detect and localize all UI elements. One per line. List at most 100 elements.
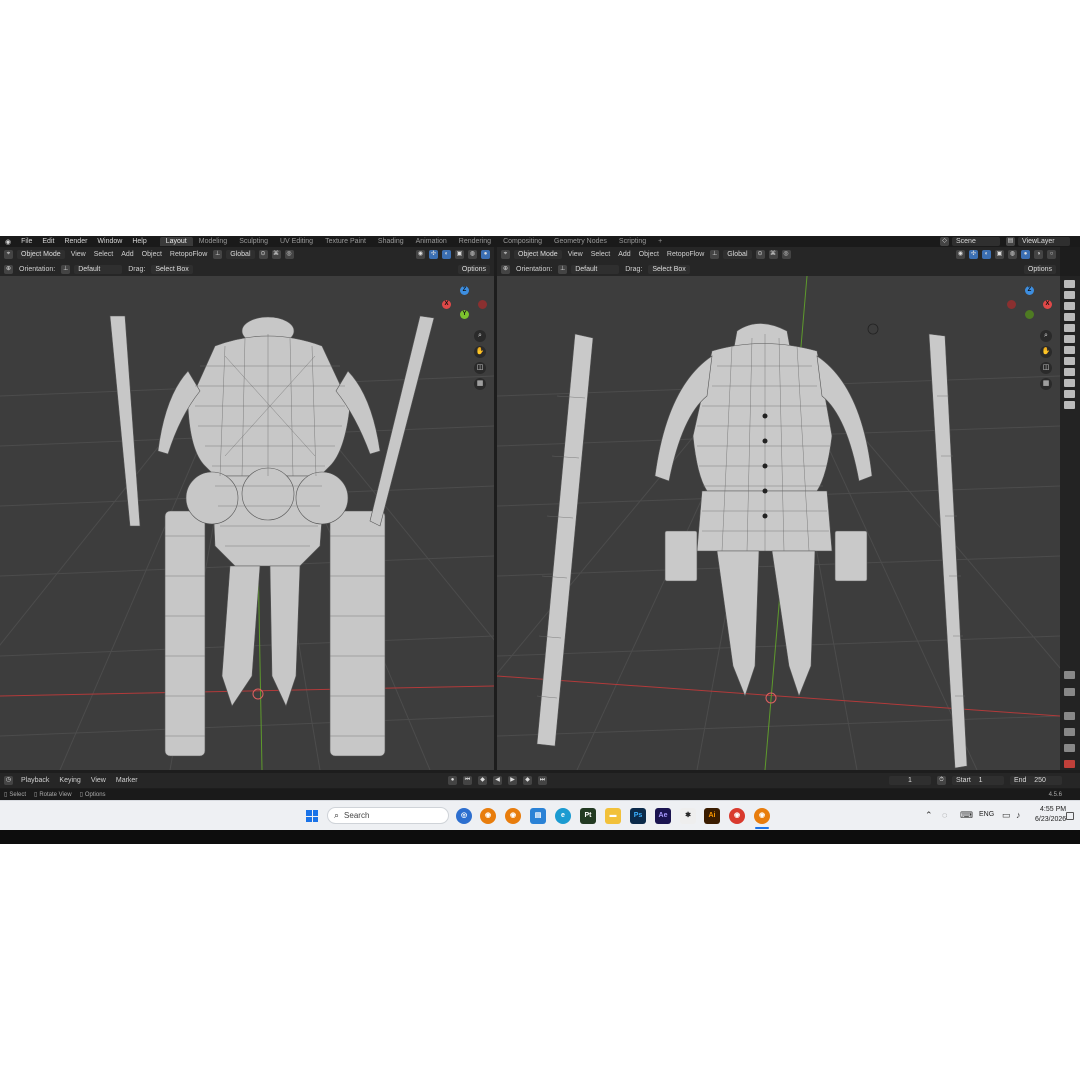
right-navigation-gizmo[interactable]: Z X — [1005, 284, 1055, 324]
right-menu-add[interactable]: Add — [616, 251, 632, 258]
outliner-object-icon[interactable] — [1064, 280, 1075, 288]
editor-type-icon[interactable]: ⌖ — [501, 250, 510, 259]
tab-uv-editing[interactable]: UV Editing — [274, 237, 319, 246]
taskbar-blender-alt-icon[interactable]: ◉ — [505, 808, 521, 824]
play-reverse-icon[interactable]: ◀ — [493, 776, 502, 785]
perspective-grid-icon[interactable]: ▦ — [1040, 378, 1052, 390]
shading-wire-icon[interactable]: ◍ — [468, 250, 477, 259]
tab-geometry-nodes[interactable]: Geometry Nodes — [548, 237, 613, 246]
snap-icon[interactable]: ⌘ — [768, 250, 778, 259]
outliner-object-icon[interactable] — [1064, 324, 1075, 332]
tab-sculpting[interactable]: Sculpting — [233, 237, 274, 246]
left-transform-dropdown[interactable]: Global — [226, 250, 255, 259]
shading-solid-icon[interactable]: ● — [481, 250, 490, 259]
windows-start-icon[interactable] — [306, 810, 318, 822]
left-drag-dropdown[interactable]: Select Box — [151, 264, 193, 274]
pan-hand-icon[interactable]: ✋ — [474, 346, 486, 358]
end-frame-label[interactable]: End 250 — [1010, 776, 1062, 785]
tab-texture-paint[interactable]: Texture Paint — [319, 237, 372, 246]
keyboard-icon[interactable]: ⌨ — [960, 810, 973, 821]
outliner-object-icon[interactable] — [1064, 368, 1075, 376]
perspective-grid-icon[interactable]: ▦ — [474, 378, 486, 390]
shading-wire-icon[interactable]: ◍ — [1008, 250, 1017, 259]
tool-properties-icon[interactable] — [1064, 671, 1075, 679]
blender-logo-icon[interactable]: ◉ — [0, 238, 16, 246]
editor-type-icon[interactable]: ⌖ — [4, 250, 13, 259]
tab-rendering[interactable]: Rendering — [453, 237, 497, 246]
play-icon[interactable]: ▶ — [508, 776, 517, 785]
network-icon[interactable]: ▭ — [1002, 810, 1011, 821]
timeline-editor-icon[interactable]: ◷ — [4, 776, 13, 785]
outliner-object-icon[interactable] — [1064, 357, 1075, 365]
taskbar-illustrator-icon[interactable]: Ai — [704, 808, 720, 824]
taskbar-blender-active-icon[interactable]: ◉ — [754, 808, 770, 824]
camera-view-icon[interactable]: ◫ — [1040, 362, 1052, 374]
render-properties-icon[interactable] — [1064, 688, 1075, 696]
right-menu-object[interactable]: Object — [637, 251, 661, 258]
scene-selector[interactable]: Scene — [952, 237, 1000, 246]
taskbar-chrome-icon[interactable]: ◉ — [729, 808, 745, 824]
right-addon-retopoflow[interactable]: RetopoFlow — [665, 251, 706, 258]
pivot-icon[interactable]: ⊙ — [755, 250, 765, 259]
taskbar-edge-icon[interactable]: e — [555, 808, 571, 824]
left-mode-dropdown[interactable]: Object Mode — [17, 250, 65, 259]
jump-keyframe-forward-icon[interactable]: ◆ — [523, 776, 532, 785]
overlay-toggle-icon[interactable]: ◐ — [982, 250, 991, 259]
notification-icon[interactable] — [1066, 812, 1074, 820]
scene-properties-icon[interactable] — [1064, 744, 1075, 752]
stopwatch-icon[interactable]: ⏱ — [937, 776, 946, 785]
left-orientation-dropdown[interactable]: Default — [74, 264, 123, 274]
outliner-object-icon[interactable] — [1064, 335, 1075, 343]
proportional-edit-icon[interactable]: ◎ — [781, 250, 791, 259]
gizmo-z-icon[interactable]: Z — [1025, 286, 1034, 295]
left-3d-viewport[interactable]: Z X Y ⌕ ✋ ◫ ▦ — [0, 276, 494, 770]
overlay-toggle-icon[interactable]: ◐ — [442, 250, 451, 259]
camera-view-icon[interactable]: ◫ — [474, 362, 486, 374]
gizmo-toggle-icon[interactable]: ✣ — [969, 250, 978, 259]
menu-help[interactable]: Help — [127, 238, 151, 245]
outliner-object-icon[interactable] — [1064, 291, 1075, 299]
left-menu-view[interactable]: View — [69, 251, 88, 258]
tab-shading[interactable]: Shading — [372, 237, 410, 246]
add-workspace-button[interactable]: + — [652, 237, 668, 246]
jump-end-icon[interactable]: ⏭ — [538, 776, 547, 785]
gizmo-z-icon[interactable]: Z — [460, 286, 469, 295]
tab-modeling[interactable]: Modeling — [193, 237, 233, 246]
menu-render[interactable]: Render — [59, 238, 92, 245]
outliner-object-icon[interactable] — [1064, 390, 1075, 398]
tab-animation[interactable]: Animation — [410, 237, 453, 246]
auto-keying-icon[interactable]: ● — [448, 776, 457, 785]
tray-app-icon[interactable]: ◌ — [942, 810, 947, 820]
xray-icon[interactable]: ▣ — [995, 250, 1004, 259]
outliner-object-icon[interactable] — [1064, 313, 1075, 321]
right-orientation-dropdown[interactable]: Default — [571, 264, 620, 274]
menu-file[interactable]: File — [16, 238, 37, 245]
output-properties-icon[interactable] — [1064, 712, 1075, 720]
right-transform-dropdown[interactable]: Global — [723, 250, 752, 259]
outliner-object-icon[interactable] — [1064, 379, 1075, 387]
zoom-icon[interactable]: ⌕ — [1040, 330, 1052, 342]
left-menu-object[interactable]: Object — [140, 251, 164, 258]
gizmo-y-icon[interactable]: Y — [460, 310, 469, 319]
taskbar-store-icon[interactable]: ▤ — [530, 808, 546, 824]
gizmo-toggle-icon[interactable]: ✣ — [429, 250, 438, 259]
clock-time[interactable]: 4:55 PM — [1040, 806, 1066, 813]
timeline-keying-menu[interactable]: Keying — [57, 777, 82, 784]
shading-material-icon[interactable]: ◑ — [1034, 250, 1043, 259]
timeline-marker-menu[interactable]: Marker — [114, 777, 140, 784]
menu-window[interactable]: Window — [92, 238, 127, 245]
shading-rendered-icon[interactable]: ○ — [1047, 250, 1056, 259]
right-options-dropdown[interactable]: Options — [1023, 264, 1056, 274]
menu-edit[interactable]: Edit — [37, 238, 59, 245]
outliner-object-icon[interactable] — [1064, 302, 1075, 310]
taskbar-search-box[interactable]: ⌕ Search — [327, 807, 449, 824]
start-frame-label[interactable]: Start 1 — [952, 776, 1004, 785]
taskbar-app-icon-1[interactable]: ◎ — [456, 808, 472, 824]
right-menu-view[interactable]: View — [566, 251, 585, 258]
view-layer-properties-icon[interactable] — [1064, 728, 1075, 736]
gizmo-x-icon[interactable]: X — [1043, 300, 1052, 309]
taskbar-blender-icon[interactable]: ◉ — [480, 808, 496, 824]
gizmo-y-icon[interactable] — [1025, 310, 1034, 319]
tab-scripting[interactable]: Scripting — [613, 237, 652, 246]
xray-icon[interactable]: ▣ — [455, 250, 464, 259]
